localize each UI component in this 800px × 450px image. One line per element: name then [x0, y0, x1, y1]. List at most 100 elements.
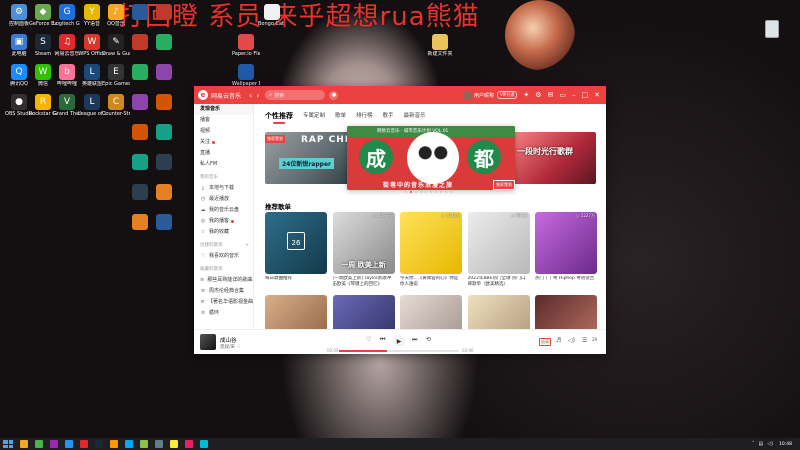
app-logo[interactable]: e 网易云音乐	[198, 90, 241, 100]
carousel-dot[interactable]	[415, 191, 417, 193]
sound-effect-icon[interactable]: ♬	[556, 337, 561, 344]
previous-icon[interactable]: ⏮	[380, 336, 385, 344]
chevron-up-icon[interactable]: ˄	[752, 441, 755, 447]
banner-center[interactable]: 网易云音乐 · 城市音乐计划 VOL.01 成 都 街巷中的音乐浪漫之旅 独家策…	[347, 126, 515, 190]
desktop-app-icon[interactable]: GLogitech G HUB	[53, 4, 81, 27]
playlist-icon[interactable]: ☰	[582, 337, 587, 344]
desktop-shortcut-icon[interactable]: Bongo Cat Mver	[258, 4, 286, 27]
playlist-caption[interactable]: 2022年BBE热门全球 热门口碑歌单（欧美精选）	[468, 276, 530, 288]
desktop-app-icon[interactable]	[150, 64, 178, 80]
desktop-app-icon[interactable]: VGrand Theft Auto V	[53, 94, 81, 117]
sidebar-item[interactable]: ☆ 我的收藏	[194, 227, 253, 238]
taskbar-app-icon[interactable]	[35, 440, 43, 448]
sidebar-item[interactable]: ≡ 循环	[194, 308, 253, 319]
tab-item[interactable]: 排行榜	[356, 111, 373, 121]
playlist-card[interactable]	[332, 295, 395, 329]
playlist-cover[interactable]: ▷ 5227万	[535, 212, 597, 274]
avatar[interactable]	[463, 90, 472, 100]
playlist-card[interactable]: ▷ 1036万今天你...《黄霄雲的心》你是你人誰说	[400, 212, 462, 288]
carousel-dot[interactable]	[450, 191, 452, 193]
taskbar-app-icon[interactable]	[80, 440, 88, 448]
user-name[interactable]: 用户昵称	[474, 92, 494, 99]
tab-item[interactable]: 歌手	[383, 111, 394, 121]
next-icon[interactable]: ⏭	[412, 336, 417, 344]
taskbar-app-icon[interactable]	[110, 440, 118, 448]
desktop-shortcut-icon[interactable]: 新建文件夹	[426, 34, 454, 57]
song-title[interactable]: 成山谷	[220, 336, 237, 344]
forward-arrow-icon[interactable]: ›	[256, 91, 259, 100]
desktop-app-icon[interactable]	[150, 154, 178, 170]
playlist-cover[interactable]: 26	[265, 212, 327, 274]
play-button[interactable]: ▶	[393, 335, 405, 347]
playlist-caption[interactable]: 热门丨丨粤 Hiphop 粤语饶舌	[535, 276, 597, 288]
sidebar-item[interactable]: 播客	[194, 115, 253, 126]
carousel-dot[interactable]	[435, 191, 437, 193]
carousel-dot[interactable]	[405, 191, 407, 193]
desktop-app-icon[interactable]	[150, 94, 178, 110]
progress-bar[interactable]	[339, 350, 459, 352]
taskbar-app-icon[interactable]	[125, 440, 133, 448]
mail-icon[interactable]: ✉	[548, 91, 554, 99]
playlist-card[interactable]: ▷ 893万 2022年BBE热门全球 热门口碑歌单（欧美精选）	[467, 212, 530, 288]
playlist-card[interactable]: ▷ 1195万 一周 欧美上新 [一周欧美上新] Taylor新歌冲击欧美《琴键上的…	[332, 212, 395, 288]
tab-item[interactable]: 歌单	[335, 111, 346, 121]
taskbar-app-icon[interactable]	[50, 440, 58, 448]
taskbar-app-icon[interactable]	[20, 440, 28, 448]
desktop-app-icon[interactable]: ♫ 网易云音乐	[53, 34, 81, 57]
taskbar-app-icon[interactable]	[170, 440, 178, 448]
sidebar-item[interactable]: ≡ 那些耳熟能详的歌曲…	[194, 275, 253, 286]
playlist-caption[interactable]: [一周欧美上新] Taylor新歌冲击欧美《琴键上的回忆》	[333, 276, 395, 288]
sidebar-item[interactable]: ♡ 我喜欢的音乐	[194, 251, 253, 262]
carousel-dot[interactable]	[420, 191, 422, 193]
volume-icon[interactable]: ◁)	[568, 337, 575, 344]
banner-left[interactable]: 独家策划 RAP CHI 24位新锐rapper	[265, 132, 355, 184]
sidebar-item[interactable]: 私人FM	[194, 159, 253, 170]
sidebar-item[interactable]: ◷ 最近播放	[194, 194, 253, 205]
playlist-card[interactable]: ▷ 5227万热门丨丨粤 Hiphop 粤语饶舌	[535, 212, 597, 288]
sidebar-item[interactable]: ◎ 我的播客	[194, 216, 253, 227]
playlist-cover[interactable]	[265, 295, 327, 329]
close-icon[interactable]: ✕	[594, 91, 600, 99]
settings-icon[interactable]: ⚙	[535, 91, 541, 99]
sidebar-item[interactable]: 发现音乐	[194, 104, 253, 115]
desktop-app-icon[interactable]: b 哔哩哔哩	[53, 64, 81, 87]
playlist-caption[interactable]: 每日歌曲推荐	[265, 276, 327, 288]
playlist-cover[interactable]	[467, 295, 530, 329]
carousel-dot[interactable]	[410, 191, 412, 193]
back-arrow-icon[interactable]: ‹	[249, 91, 252, 100]
playlist-caption[interactable]: 今天你...《黄霄雲的心》你是你人誰说	[400, 276, 462, 288]
song-artist[interactable]: 黑奴/宋 ♡	[220, 344, 240, 350]
playlist-card[interactable]: 26 每日歌曲推荐	[265, 212, 327, 288]
maximize-icon[interactable]: □	[582, 91, 589, 99]
windows-start-icon[interactable]	[3, 440, 13, 448]
playlist-cover[interactable]: ▷ 893万	[467, 212, 530, 274]
taskbar-app-icon[interactable]	[65, 440, 73, 448]
playlist-cover[interactable]: ▷ 1036万	[400, 212, 462, 274]
search-input[interactable]: ⌕ 搜索	[265, 90, 326, 100]
taskbar-app-icon[interactable]	[155, 440, 163, 448]
playlist-cover[interactable]	[332, 295, 395, 329]
add-playlist-icon[interactable]: +	[245, 241, 249, 251]
carousel-dot[interactable]	[445, 191, 447, 193]
skin-icon[interactable]: ✦	[523, 91, 529, 99]
playlist-card[interactable]	[265, 295, 327, 329]
song-cover[interactable]	[200, 334, 216, 350]
carousel-dot[interactable]	[440, 191, 442, 193]
sidebar-item[interactable]: ☁ 我的音乐云盘	[194, 205, 253, 216]
taskbar-app-icon[interactable]	[200, 440, 208, 448]
desktop-app-icon[interactable]	[150, 184, 178, 200]
user-area[interactable]: 用户昵称 VIP开通	[463, 90, 518, 100]
sidebar-item[interactable]: ⤓ 本地与下载	[194, 183, 253, 194]
clock[interactable]: 10:48	[779, 442, 792, 447]
playlist-cover[interactable]	[535, 295, 597, 329]
sidebar-item[interactable]: ≡ 【著名华语影视金曲	[194, 297, 253, 308]
tab-item[interactable]: 专属定制	[303, 111, 325, 121]
desktop-app-icon[interactable]	[150, 4, 178, 20]
recycle-bin-icon[interactable]	[765, 20, 779, 38]
playlist-cover[interactable]	[400, 295, 462, 329]
vip-badge[interactable]: VIP开通	[497, 91, 518, 99]
mini-mode-icon[interactable]: ▭	[559, 91, 566, 99]
tab-item[interactable]: 个性推荐	[265, 111, 293, 124]
banner-right[interactable]: 一段时光行歌群	[505, 132, 596, 184]
loop-icon[interactable]: ⟲	[426, 336, 431, 343]
